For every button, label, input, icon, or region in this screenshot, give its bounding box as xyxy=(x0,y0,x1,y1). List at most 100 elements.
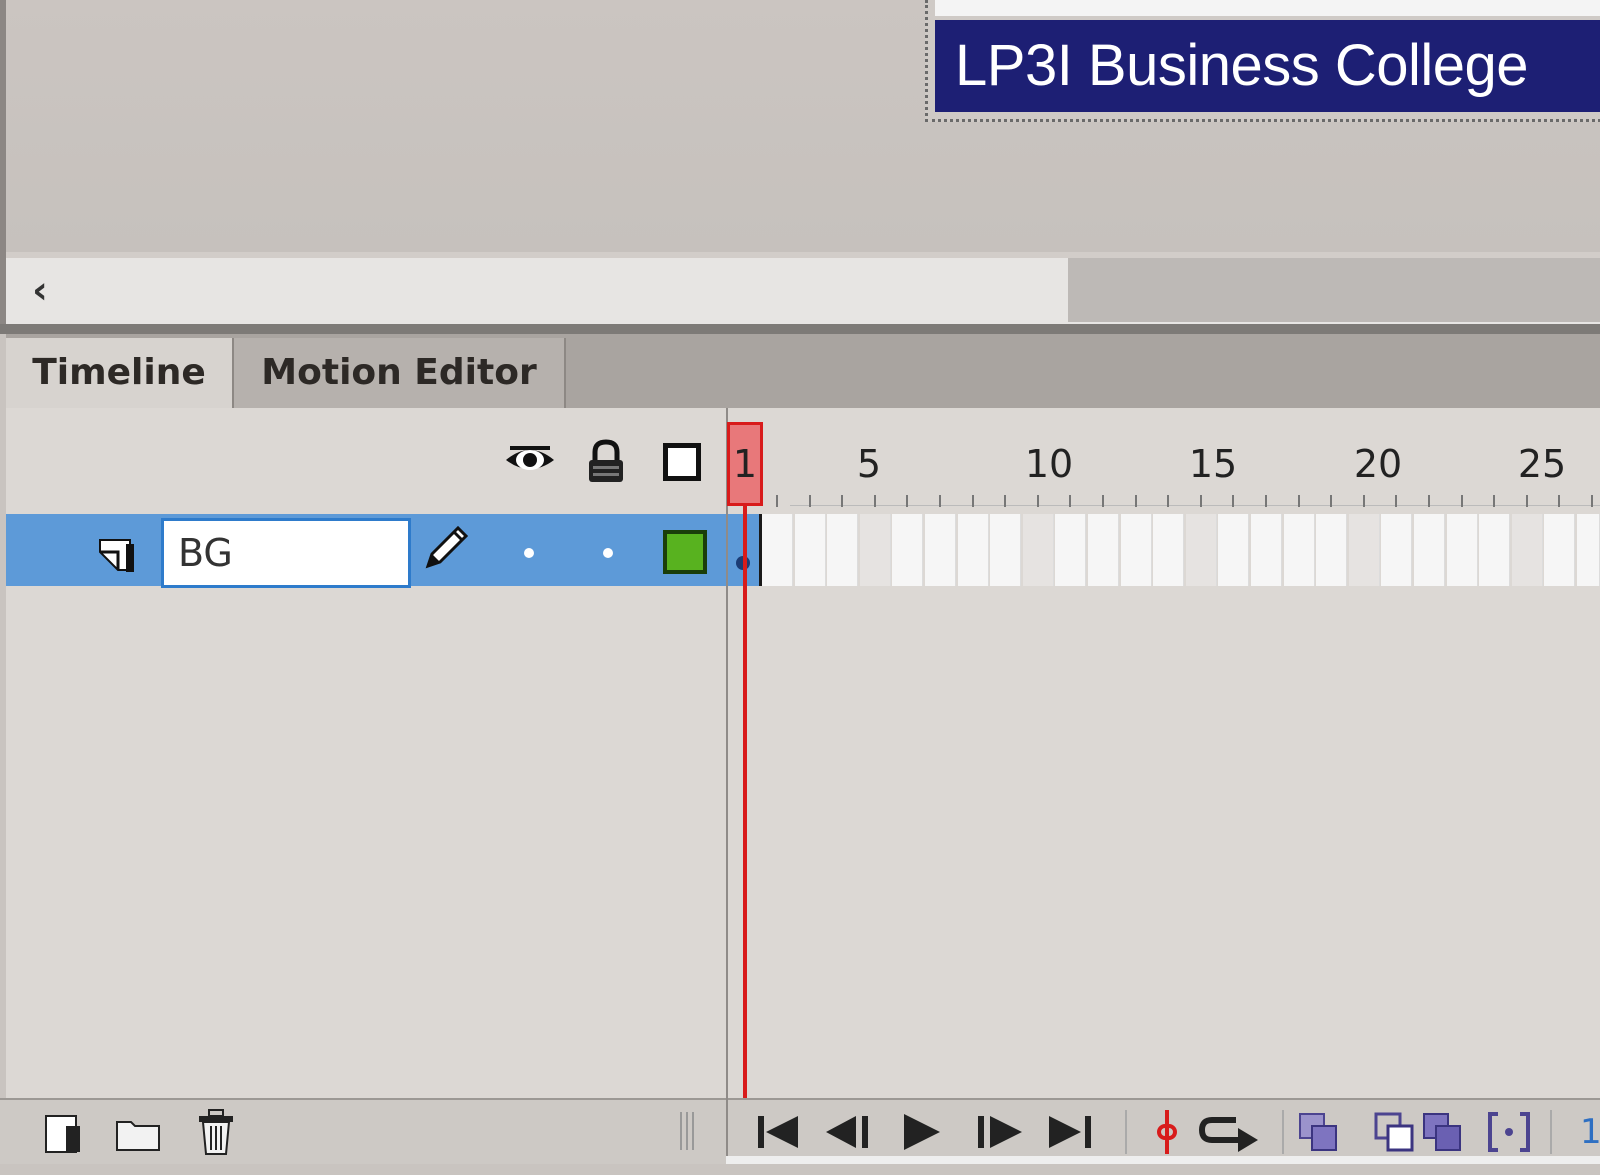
ruler-tick xyxy=(874,495,876,507)
onion-skin-outlines-icon[interactable] xyxy=(1372,1108,1418,1156)
frames-panel[interactable] xyxy=(726,408,1600,1098)
frame-cell[interactable] xyxy=(925,514,956,586)
ruler-tick xyxy=(1395,495,1397,507)
current-frame-readout: 1 xyxy=(1580,1112,1600,1152)
frame-cell[interactable] xyxy=(1023,514,1054,586)
ruler-tick xyxy=(1363,495,1365,507)
frame-cell[interactable] xyxy=(762,514,793,586)
ruler-tick xyxy=(1558,495,1560,507)
frame-cell[interactable] xyxy=(1055,514,1086,586)
layer-name-input[interactable] xyxy=(161,518,411,588)
new-layer-icon[interactable] xyxy=(40,1108,86,1156)
ruler-tick xyxy=(1461,495,1463,507)
frame-cell[interactable] xyxy=(1544,514,1575,586)
ruler-tick xyxy=(1591,495,1593,507)
toolbar-divider xyxy=(726,1098,728,1164)
panel-separator[interactable] xyxy=(0,324,1600,334)
frame-cell[interactable] xyxy=(1186,514,1217,586)
frame-cell[interactable] xyxy=(1153,514,1184,586)
onion-skin-icon[interactable] xyxy=(1296,1108,1342,1156)
delete-icon[interactable] xyxy=(193,1108,239,1156)
ruler-tick xyxy=(1004,495,1006,507)
ruler-label-5[interactable]: 5 xyxy=(857,440,881,488)
frame-cell[interactable] xyxy=(1284,514,1315,586)
loop-icon[interactable] xyxy=(1196,1108,1264,1156)
ruler-tick xyxy=(841,495,843,507)
layer-type-icon xyxy=(96,534,138,574)
ruler-tick xyxy=(1265,495,1267,507)
ruler-tick xyxy=(906,495,908,507)
toolbar-separator xyxy=(1282,1110,1284,1154)
ruler-tick xyxy=(1428,495,1430,507)
ruler-tick xyxy=(939,495,941,507)
ruler-tick xyxy=(1102,495,1104,507)
ruler-label-15[interactable]: 15 xyxy=(1189,440,1237,488)
ruler-tick xyxy=(1037,495,1039,507)
playhead-line[interactable] xyxy=(743,506,747,1098)
center-frame-icon[interactable] xyxy=(1150,1108,1184,1156)
ruler-tick xyxy=(1135,495,1137,507)
step-back-icon[interactable] xyxy=(822,1108,878,1156)
panel-divider[interactable] xyxy=(726,408,728,1098)
pencil-icon xyxy=(418,522,472,576)
frame-ruler-baseline xyxy=(790,505,1600,506)
frames-horizontal-scrollbar[interactable] xyxy=(726,1156,1600,1164)
go-to-first-frame-icon[interactable] xyxy=(752,1108,804,1156)
toolbar-separator xyxy=(1550,1110,1552,1154)
layer-lock-dot[interactable] xyxy=(603,548,613,558)
step-forward-icon[interactable] xyxy=(970,1108,1026,1156)
toolbar-separator xyxy=(1125,1110,1127,1154)
frame-cell[interactable] xyxy=(860,514,891,586)
ruler-tick xyxy=(1232,495,1234,507)
ruler-label-10[interactable]: 10 xyxy=(1025,440,1073,488)
ruler-label-20[interactable]: 20 xyxy=(1354,440,1402,488)
tab-motion-editor[interactable]: Motion Editor xyxy=(232,338,566,408)
ruler-tick xyxy=(1330,495,1332,507)
ruler-tick xyxy=(1493,495,1495,507)
frame-cell[interactable] xyxy=(1479,514,1510,586)
frame-cell[interactable] xyxy=(1316,514,1347,586)
scrollbar-thumb[interactable] xyxy=(1068,258,1600,322)
frame-cell[interactable] xyxy=(1251,514,1282,586)
go-to-last-frame-icon[interactable] xyxy=(1045,1108,1097,1156)
ruler-tick xyxy=(1069,495,1071,507)
ruler-tick xyxy=(1298,495,1300,507)
outline-icon[interactable] xyxy=(663,443,701,481)
frame-cell[interactable] xyxy=(1414,514,1445,586)
ruler-tick xyxy=(1167,495,1169,507)
frame-cell[interactable] xyxy=(1512,514,1543,586)
edit-multiple-frames-icon[interactable] xyxy=(1420,1108,1466,1156)
lock-icon[interactable] xyxy=(583,438,629,486)
frame-cell[interactable] xyxy=(1088,514,1119,586)
ruler-tick xyxy=(972,495,974,507)
chevron-left-icon[interactable]: ‹ xyxy=(20,262,60,318)
new-folder-icon[interactable] xyxy=(113,1108,165,1156)
ruler-label-25[interactable]: 25 xyxy=(1518,440,1566,488)
ruler-tick xyxy=(776,495,778,507)
layers-panel[interactable] xyxy=(6,408,726,1098)
tab-timeline[interactable]: Timeline xyxy=(6,338,232,408)
eye-icon[interactable] xyxy=(502,438,558,486)
modify-markers-icon[interactable] xyxy=(1486,1108,1532,1156)
panel-resize-handle[interactable] xyxy=(676,1110,700,1152)
play-icon[interactable] xyxy=(898,1108,944,1156)
ruler-tick xyxy=(1200,495,1202,507)
frame-cell[interactable] xyxy=(827,514,858,586)
frame-cell[interactable] xyxy=(958,514,989,586)
layer-visibility-dot[interactable] xyxy=(524,548,534,558)
frame-cell[interactable] xyxy=(1381,514,1412,586)
frame-cell[interactable] xyxy=(1577,514,1600,586)
frame-cell[interactable] xyxy=(1447,514,1478,586)
ruler-tick xyxy=(809,495,811,507)
banner-top-strip xyxy=(935,0,1600,16)
layer-outline-color[interactable] xyxy=(663,530,707,574)
ruler-tick xyxy=(1526,495,1528,507)
frame-cell[interactable] xyxy=(1218,514,1249,586)
playhead-frame-number: 1 xyxy=(732,442,758,486)
frame-cell[interactable] xyxy=(1349,514,1380,586)
frame-cell[interactable] xyxy=(795,514,826,586)
frame-cell[interactable] xyxy=(892,514,923,586)
frame-cell[interactable] xyxy=(990,514,1021,586)
frame-cell[interactable] xyxy=(1121,514,1152,586)
stage-banner-text[interactable]: LP3I Business College xyxy=(935,20,1600,112)
